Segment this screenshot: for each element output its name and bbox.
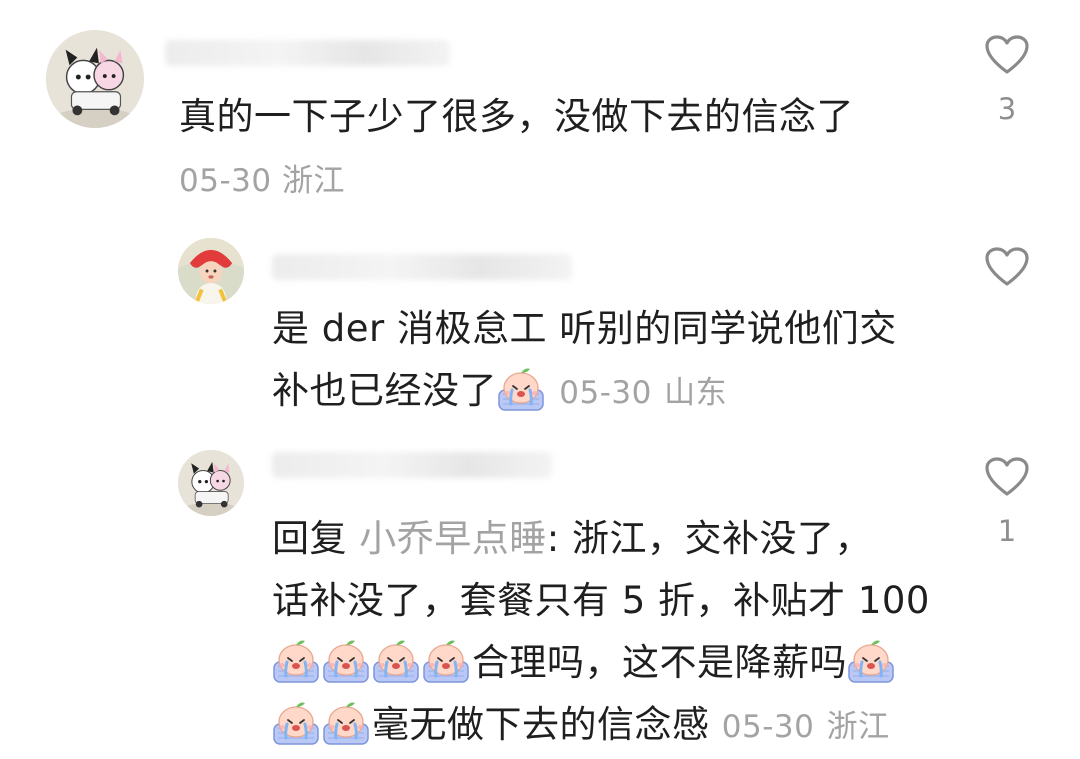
comment-line: 是 der 消极怠工 听别的同学说他们交 bbox=[272, 307, 897, 350]
comment-line: 回复 小乔早点睡: 浙江，交补没了， bbox=[272, 508, 962, 570]
crying-peach-emoji-icon bbox=[272, 700, 320, 746]
comment-text: 真的一下子少了很多，没做下去的信念了 bbox=[179, 86, 854, 148]
crying-peach-emoji-icon bbox=[422, 638, 470, 684]
baby-photo-avatar-image bbox=[178, 238, 244, 304]
like-count: 1 bbox=[997, 514, 1017, 548]
plush-toys-avatar-image bbox=[46, 30, 144, 128]
avatar[interactable] bbox=[178, 450, 244, 516]
heart-outline-icon bbox=[984, 34, 1030, 76]
comment-body: : 浙江，交补没了， bbox=[546, 517, 872, 560]
plush-toys-avatar-image bbox=[178, 450, 244, 516]
crying-peach-emoji-icon bbox=[272, 638, 320, 684]
comment-date: 05-30 bbox=[721, 709, 815, 745]
username-blurred[interactable] bbox=[165, 40, 450, 66]
comment-body: 真的一下子少了很多，没做下去的信念了 bbox=[179, 95, 854, 138]
crying-peach-emoji-icon bbox=[372, 638, 420, 684]
avatar[interactable] bbox=[178, 238, 244, 304]
comment-meta: 05-30 浙江 bbox=[179, 150, 345, 212]
comment-body: 合理吗，这不是降薪吗 bbox=[472, 641, 847, 684]
username-blurred[interactable] bbox=[272, 452, 552, 478]
comment-line-with-meta: 补也已经没了 05-30 山东 bbox=[272, 360, 952, 424]
comment-text: 回复 小乔早点睡: 浙江，交补没了， 话补没了，套餐只有 5 折，补贴才 100… bbox=[272, 508, 962, 758]
comment-item: 真的一下子少了很多，没做下去的信念了 05-30 浙江 3 bbox=[0, 0, 1080, 210]
comment-location: 山东 bbox=[664, 375, 728, 411]
comment-location: 浙江 bbox=[826, 709, 890, 745]
avatar[interactable] bbox=[46, 30, 144, 128]
comment-line-with-meta: 毫无做下去的信念感 05-30 浙江 bbox=[272, 694, 962, 758]
comment-line: 话补没了，套餐只有 5 折，补贴才 100 bbox=[272, 579, 930, 622]
username-blurred[interactable] bbox=[272, 254, 572, 280]
crying-peach-emoji-icon bbox=[322, 638, 370, 684]
crying-peach-emoji-icon bbox=[847, 638, 895, 684]
comment-date: 05-30 bbox=[559, 375, 652, 411]
reply-item: 是 der 消极怠工 听别的同学说他们交 补也已经没了 05-30 山东 bbox=[0, 210, 1080, 430]
comment-date: 05-30 bbox=[179, 163, 272, 199]
comment-body: 毫无做下去的信念感 bbox=[372, 703, 710, 746]
reply-prefix: 回复 bbox=[272, 517, 347, 560]
like-count: 3 bbox=[997, 92, 1017, 126]
like-button[interactable]: 3 bbox=[976, 34, 1038, 128]
comment-body: 补也已经没了 bbox=[272, 369, 497, 412]
comment-location: 浙江 bbox=[281, 163, 345, 199]
heart-outline-icon bbox=[984, 246, 1030, 288]
comment-text: 是 der 消极怠工 听别的同学说他们交 补也已经没了 05-30 山东 bbox=[272, 298, 952, 424]
crying-peach-emoji-icon bbox=[497, 366, 545, 412]
comment-line: 合理吗，这不是降薪吗 bbox=[272, 632, 962, 694]
like-button[interactable]: 1 bbox=[976, 456, 1038, 550]
reply-to-username[interactable]: 小乔早点睡 bbox=[359, 517, 547, 560]
reply-item: 回复 小乔早点睡: 浙江，交补没了， 话补没了，套餐只有 5 折，补贴才 100… bbox=[0, 430, 1080, 759]
crying-peach-emoji-icon bbox=[322, 700, 370, 746]
heart-outline-icon bbox=[984, 456, 1030, 498]
like-button[interactable] bbox=[976, 246, 1038, 288]
